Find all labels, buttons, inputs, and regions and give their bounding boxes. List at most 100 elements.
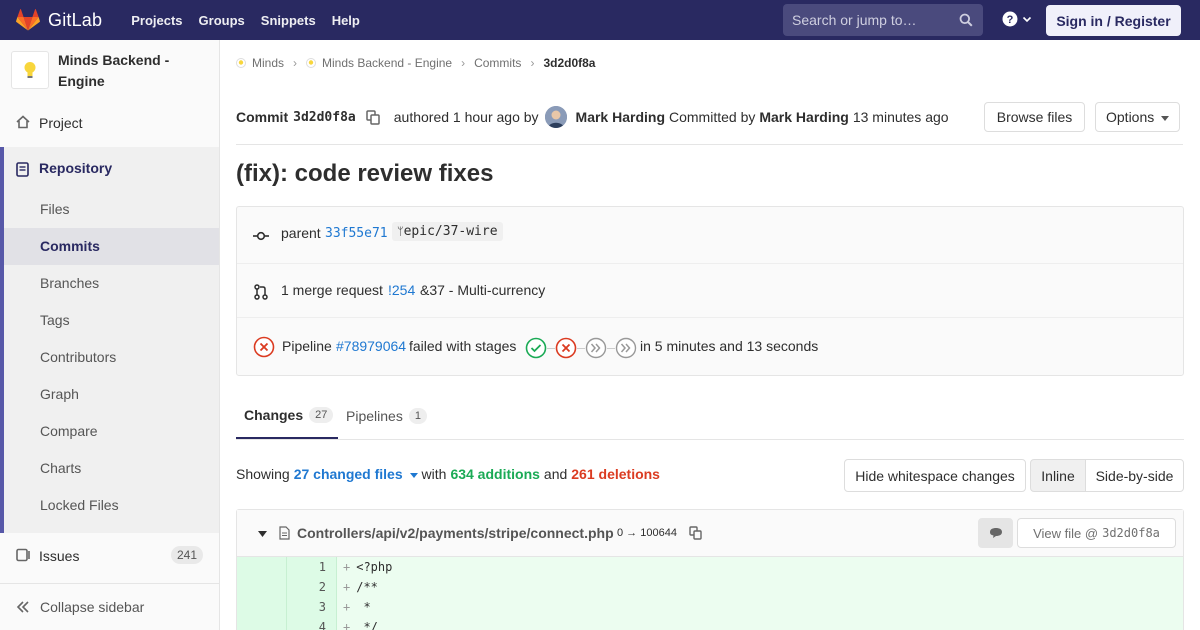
branch-tag[interactable]: ᛘepic/37-wire <box>392 222 503 241</box>
failed-stage-icon[interactable] <box>555 337 577 359</box>
sidebar-item-commits[interactable]: Commits <box>4 228 219 265</box>
success-stage-icon[interactable] <box>525 337 547 359</box>
breadcrumb-commits[interactable]: Commits <box>474 56 521 70</box>
branch-name: epic/37-wire <box>403 224 498 239</box>
sidebar-item-locked-files[interactable]: Locked Files <box>4 487 219 524</box>
inline-view-button[interactable]: Inline <box>1030 459 1086 492</box>
sidebar-item-tags[interactable]: Tags <box>4 302 219 339</box>
nav-projects[interactable]: Projects <box>131 13 182 28</box>
parent-row: parent 33f55e71 ᛘepic/37-wire <box>237 222 1183 248</box>
side-by-side-button[interactable]: Side-by-side <box>1085 459 1184 492</box>
sidebar-item-branches[interactable]: Branches <box>4 265 219 302</box>
with-text: with <box>421 466 447 482</box>
search-icon[interactable] <box>959 13 973 27</box>
old-line-number[interactable] <box>237 617 287 630</box>
skipped-stage-icon[interactable] <box>585 337 607 359</box>
lightbulb-icon <box>24 62 36 78</box>
chevron-right-icon: › <box>461 56 466 70</box>
nav-help[interactable]: Help <box>332 13 360 28</box>
authored-text: authored 1 hour ago by <box>393 109 539 125</box>
sidebar-item-contributors[interactable]: Contributors <box>4 339 219 376</box>
diff-lines: 1 + <?php 2 +/** 3 + * 4 + */ <box>237 557 1183 630</box>
tab-count: 1 <box>408 407 427 424</box>
caret-down-icon[interactable] <box>258 531 267 537</box>
avatar[interactable] <box>544 106 567 128</box>
chevron-right-icon: › <box>293 56 298 70</box>
options-dropdown[interactable]: Options <box>1095 102 1180 132</box>
lightbulb-icon <box>306 58 317 68</box>
new-line-number[interactable]: 4 <box>287 617 337 630</box>
sidebar-item-label: Issues <box>39 547 80 564</box>
sidebar-item-compare[interactable]: Compare <box>4 413 219 450</box>
stage-connector <box>607 347 615 349</box>
breadcrumb-minds[interactable]: Minds <box>236 56 284 70</box>
sidebar-item-graph[interactable]: Graph <box>4 376 219 413</box>
home-icon <box>16 115 30 129</box>
new-line-number[interactable]: 1 <box>287 557 337 577</box>
author-name[interactable]: Mark Harding <box>576 109 665 125</box>
sidebar-item-label: Files <box>40 201 70 217</box>
commit-icon <box>253 231 269 241</box>
mr-title: &37 - Multi-currency <box>420 282 546 298</box>
breadcrumb-project[interactable]: Minds Backend - Engine <box>306 56 452 70</box>
tab-pipelines[interactable]: Pipelines 1 <box>346 392 427 439</box>
commit-header: Commit 3d2d0f8a authored 1 hour ago by M… <box>236 88 1183 145</box>
sidebar-item-files[interactable]: Files <box>4 191 219 228</box>
file-path[interactable]: Controllers/api/v2/payments/stripe/conne… <box>297 525 614 541</box>
committer-name[interactable]: Mark Harding <box>759 109 848 125</box>
sidebar-item-label: Charts <box>40 460 82 476</box>
diff-code: + <?php <box>343 560 393 574</box>
sidebar-item-label: Graph <box>40 386 79 402</box>
old-line-number[interactable] <box>237 597 287 617</box>
nav-groups[interactable]: Groups <box>199 13 245 28</box>
sidebar-item-issues[interactable]: Issues 241 <box>0 537 219 574</box>
diff-code: +/** <box>343 580 378 594</box>
new-line-number[interactable]: 2 <box>287 577 337 597</box>
sidebar-item-label: Repository <box>39 160 113 176</box>
file-icon <box>279 526 290 540</box>
comments-toggle-button[interactable] <box>978 518 1013 548</box>
browse-files-button[interactable]: Browse files <box>984 102 1085 132</box>
user-avatar-icon <box>544 106 567 128</box>
parent-sha-link[interactable]: 33f55e71 <box>325 226 388 241</box>
tab-changes[interactable]: Changes 27 <box>236 392 338 439</box>
and-text: and <box>543 466 568 482</box>
help-dropdown[interactable]: ? <box>1002 11 1032 27</box>
copy-icon[interactable] <box>366 109 380 125</box>
search-input[interactable] <box>783 4 953 36</box>
changed-files-label: 27 changed files <box>293 466 403 482</box>
question-icon: ? <box>1002 11 1018 27</box>
view-file-button[interactable]: View file @ 3d2d0f8a <box>1017 518 1176 548</box>
doc-icon <box>16 162 29 177</box>
additions-count: 634 additions <box>450 466 540 482</box>
deletions-count: 261 deletions <box>571 466 660 482</box>
sidebar-item-label: Compare <box>40 423 98 439</box>
collapse-label: Collapse sidebar <box>40 599 145 615</box>
changed-files-dropdown[interactable]: 27 changed files <box>294 466 418 482</box>
commit-sha: 3d2d0f8a <box>293 109 356 125</box>
project-name: Minds Backend - Engine <box>58 52 170 89</box>
sidebar-item-charts[interactable]: Charts <box>4 450 219 487</box>
copy-icon[interactable] <box>689 526 702 540</box>
merge-request-row: 1 merge request !254 &37 - Multi-currenc… <box>237 281 1183 301</box>
sign-in-button[interactable]: Sign in / Register <box>1046 5 1181 36</box>
project-header[interactable]: Minds Backend - Engine <box>0 40 219 104</box>
commit-label: Commit <box>236 109 289 125</box>
brand-name: GitLab <box>48 9 103 30</box>
gitlab-logo[interactable]: GitLab <box>16 0 102 40</box>
nav-snippets[interactable]: Snippets <box>261 13 316 28</box>
mr-link[interactable]: !254 <box>388 282 415 298</box>
breadcrumb-label: Minds <box>252 56 285 70</box>
skipped-stage-icon[interactable] <box>615 337 637 359</box>
pipeline-link[interactable]: #78979064 <box>336 338 406 354</box>
breadcrumb-sha[interactable]: 3d2d0f8a <box>543 56 595 70</box>
new-line-number[interactable]: 3 <box>287 597 337 617</box>
failed-status-icon[interactable] <box>253 336 275 358</box>
hide-whitespace-button[interactable]: Hide whitespace changes <box>844 459 1026 492</box>
collapse-sidebar-button[interactable]: Collapse sidebar <box>0 583 219 630</box>
old-line-number[interactable] <box>237 557 287 577</box>
sidebar-item-project[interactable]: Project <box>0 104 219 141</box>
sidebar-item-repository[interactable]: Repository <box>0 147 219 191</box>
tab-count: 27 <box>309 406 334 423</box>
old-line-number[interactable] <box>237 577 287 597</box>
